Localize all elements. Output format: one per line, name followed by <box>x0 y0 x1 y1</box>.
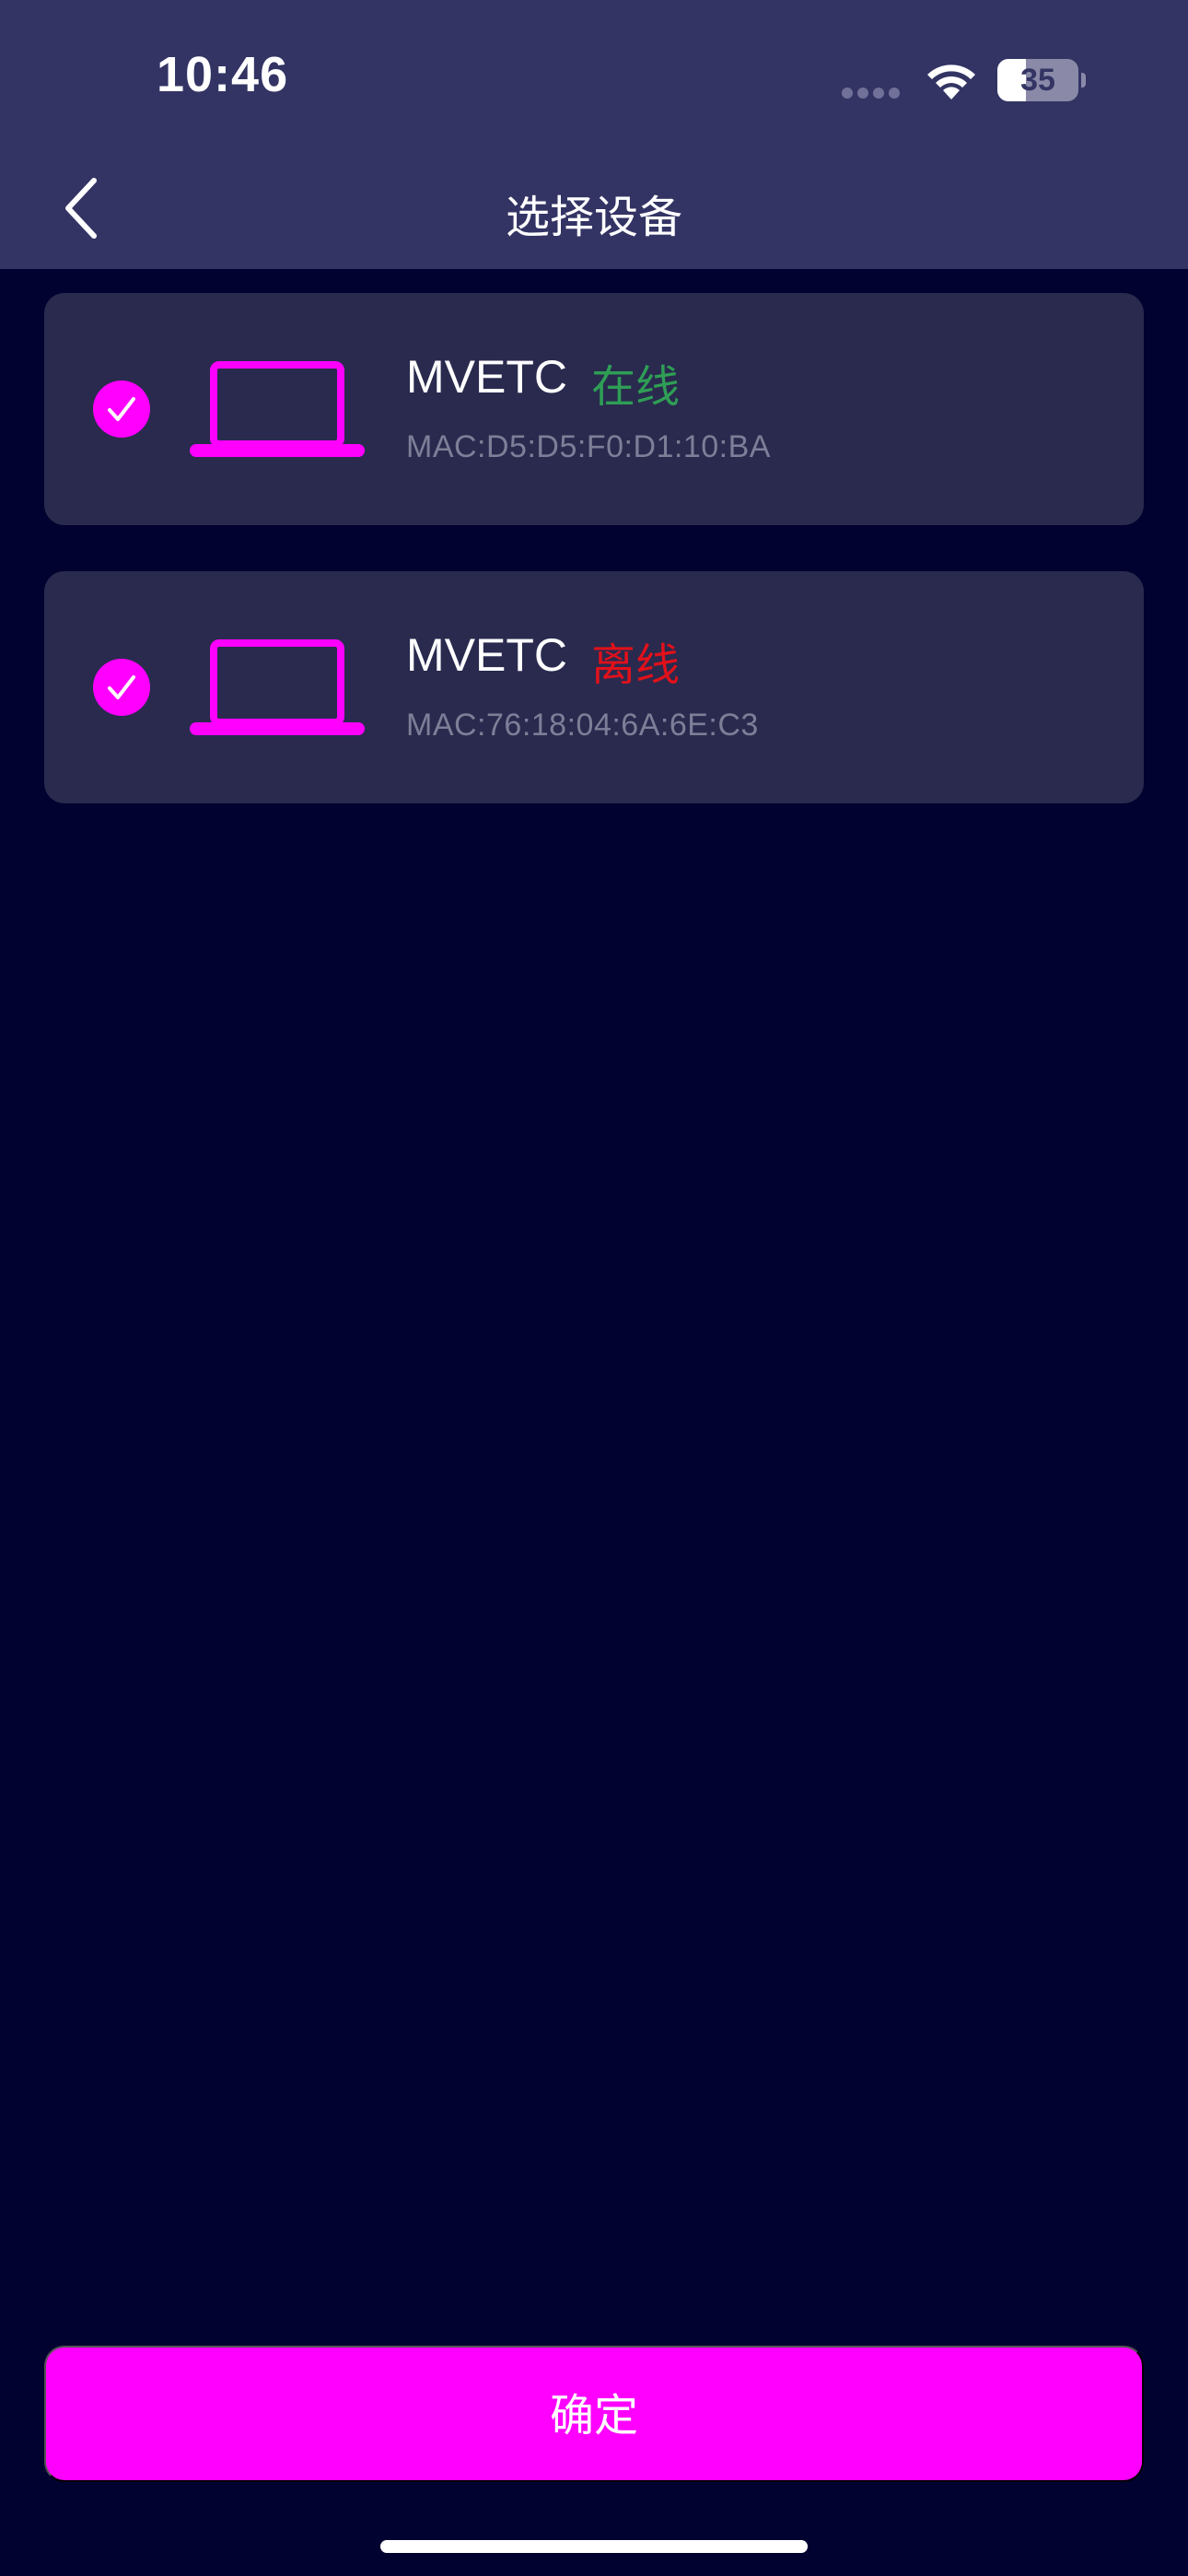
confirm-button[interactable]: 确定 <box>44 2346 1144 2482</box>
device-mac: MAC:D5:D5:F0:D1:10:BA <box>406 429 771 464</box>
checkmark-circle-icon[interactable] <box>93 381 150 438</box>
device-status-offline: 离线 <box>591 641 681 690</box>
device-card[interactable]: MVETC 离线 MAC:76:18:04:6A:6E:C3 <box>44 571 1144 803</box>
page-title: 选择设备 <box>505 193 682 242</box>
device-status-online: 在线 <box>591 363 681 412</box>
battery-icon: 35 <box>997 59 1086 101</box>
laptop-icon <box>190 639 365 735</box>
device-list: MVETC 在线 MAC:D5:D5:F0:D1:10:BA MVETC 离线 … <box>44 293 1144 849</box>
device-name: MVETC <box>406 629 567 681</box>
status-time: 10:46 <box>157 47 289 102</box>
device-name: MVETC <box>406 351 567 403</box>
battery-level: 35 <box>1020 63 1055 98</box>
device-mac: MAC:76:18:04:6A:6E:C3 <box>406 708 759 743</box>
home-indicator <box>380 2540 808 2553</box>
select-device-screen: 10:46 35 选择设备 MVETC 在线 MAC:D5:D5:F0:D1:1… <box>0 0 1188 2576</box>
wifi-icon <box>927 64 975 100</box>
signal-dots-icon <box>842 87 906 99</box>
laptop-icon <box>190 361 365 457</box>
checkmark-circle-icon[interactable] <box>93 659 150 716</box>
device-card[interactable]: MVETC 在线 MAC:D5:D5:F0:D1:10:BA <box>44 293 1144 525</box>
top-bar: 10:46 35 选择设备 <box>0 0 1188 269</box>
